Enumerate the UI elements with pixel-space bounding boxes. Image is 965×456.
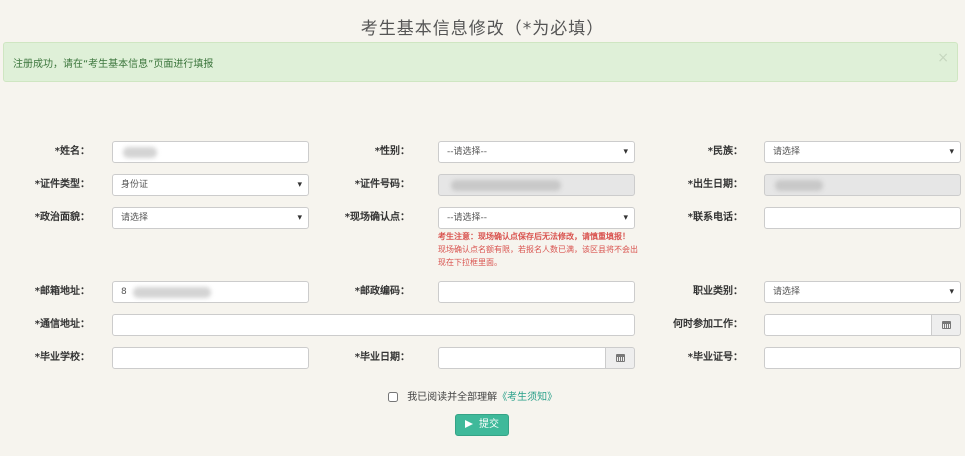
send-icon xyxy=(465,420,473,428)
confirm-site-label: *现场确认点： xyxy=(344,212,410,223)
phone-input[interactable] xyxy=(764,207,961,229)
name-input[interactable] xyxy=(112,141,309,163)
candidate-notice-link[interactable]: 《考生须知》 xyxy=(497,392,557,403)
success-alert: 注册成功，请在“考生基本信息”页面进行填报 × xyxy=(3,42,958,82)
ethnicity-selected: 请选择 xyxy=(773,147,801,157)
redacted-id-number xyxy=(451,180,561,191)
gender-selected: --请选择-- xyxy=(447,147,487,157)
agreement-row: 我已阅读并全部理解《考生须知》 xyxy=(388,388,557,403)
id-type-selected: 身份证 xyxy=(121,180,149,190)
work-start-calendar-button[interactable] xyxy=(931,314,961,336)
political-label: *政治面貌： xyxy=(34,212,90,223)
work-start-label: 何时参加工作： xyxy=(673,319,743,330)
name-label: *姓名： xyxy=(54,146,90,157)
postcode-input[interactable] xyxy=(438,281,635,303)
phone-label: *联系电话： xyxy=(687,212,743,223)
email-value-prefix: 8 xyxy=(121,287,127,297)
ethnicity-select[interactable]: 请选择 xyxy=(764,141,961,163)
email-input[interactable]: 8 xyxy=(112,281,309,303)
gender-select[interactable]: --请选择-- xyxy=(438,141,635,163)
submit-button[interactable]: 提交 xyxy=(455,414,509,436)
school-input[interactable] xyxy=(112,347,309,369)
cert-number-label: *毕业证号： xyxy=(687,352,743,363)
birth-date-label: *出生日期： xyxy=(687,179,743,190)
job-category-selected: 请选择 xyxy=(773,287,801,297)
agreement-text: 我已阅读并全部理解 xyxy=(407,392,498,403)
confirm-site-selected: --请选择-- xyxy=(447,213,487,223)
submit-label: 提交 xyxy=(479,419,499,430)
id-number-field xyxy=(438,174,635,196)
grad-date-input[interactable] xyxy=(438,347,606,369)
id-type-label: *证件类型： xyxy=(34,179,90,190)
postcode-label: *邮政编码： xyxy=(354,286,410,297)
cert-number-input[interactable] xyxy=(764,347,961,369)
birth-date-field xyxy=(764,174,961,196)
agreement-checkbox[interactable] xyxy=(388,392,398,402)
email-label: *邮箱地址： xyxy=(34,286,90,297)
job-category-select[interactable]: 请选择 xyxy=(764,281,961,303)
political-selected: 请选择 xyxy=(121,213,149,223)
page-title: 考生基本信息修改（*为必填） xyxy=(360,19,605,39)
redacted-name xyxy=(123,147,157,158)
calendar-icon xyxy=(616,354,625,362)
alert-message: 注册成功，请在“考生基本信息”页面进行填报 xyxy=(13,59,214,70)
id-type-select[interactable]: 身份证 xyxy=(112,174,309,196)
address-input[interactable] xyxy=(112,314,635,336)
ethnicity-label: *民族： xyxy=(707,146,743,157)
grad-date-label: *毕业日期： xyxy=(354,352,410,363)
id-number-label: *证件号码： xyxy=(354,179,410,190)
redacted-birth-date xyxy=(775,180,823,191)
close-icon[interactable]: × xyxy=(937,50,949,66)
grad-date-calendar-button[interactable] xyxy=(605,347,635,369)
redacted-email xyxy=(133,287,211,298)
job-category-label: 职业类别： xyxy=(693,286,743,297)
political-select[interactable]: 请选择 xyxy=(112,207,309,229)
confirm-site-notice: 考生注意：现场确认点保存后无法修改，请慎重填报！ 现场确认点名额有限，若报名人数… xyxy=(438,230,643,269)
confirm-site-select[interactable]: --请选择-- xyxy=(438,207,635,229)
notice-warning: 考生注意：现场确认点保存后无法修改，请慎重填报！ xyxy=(438,232,630,241)
address-label: *通信地址： xyxy=(34,319,90,330)
notice-detail: 现场确认点名额有限，若报名人数已满，该区县将不会出现在下拉框里面。 xyxy=(438,245,638,267)
school-label: *毕业学校： xyxy=(34,352,90,363)
gender-label: *性别： xyxy=(374,146,410,157)
work-start-input[interactable] xyxy=(764,314,932,336)
calendar-icon xyxy=(942,321,951,329)
